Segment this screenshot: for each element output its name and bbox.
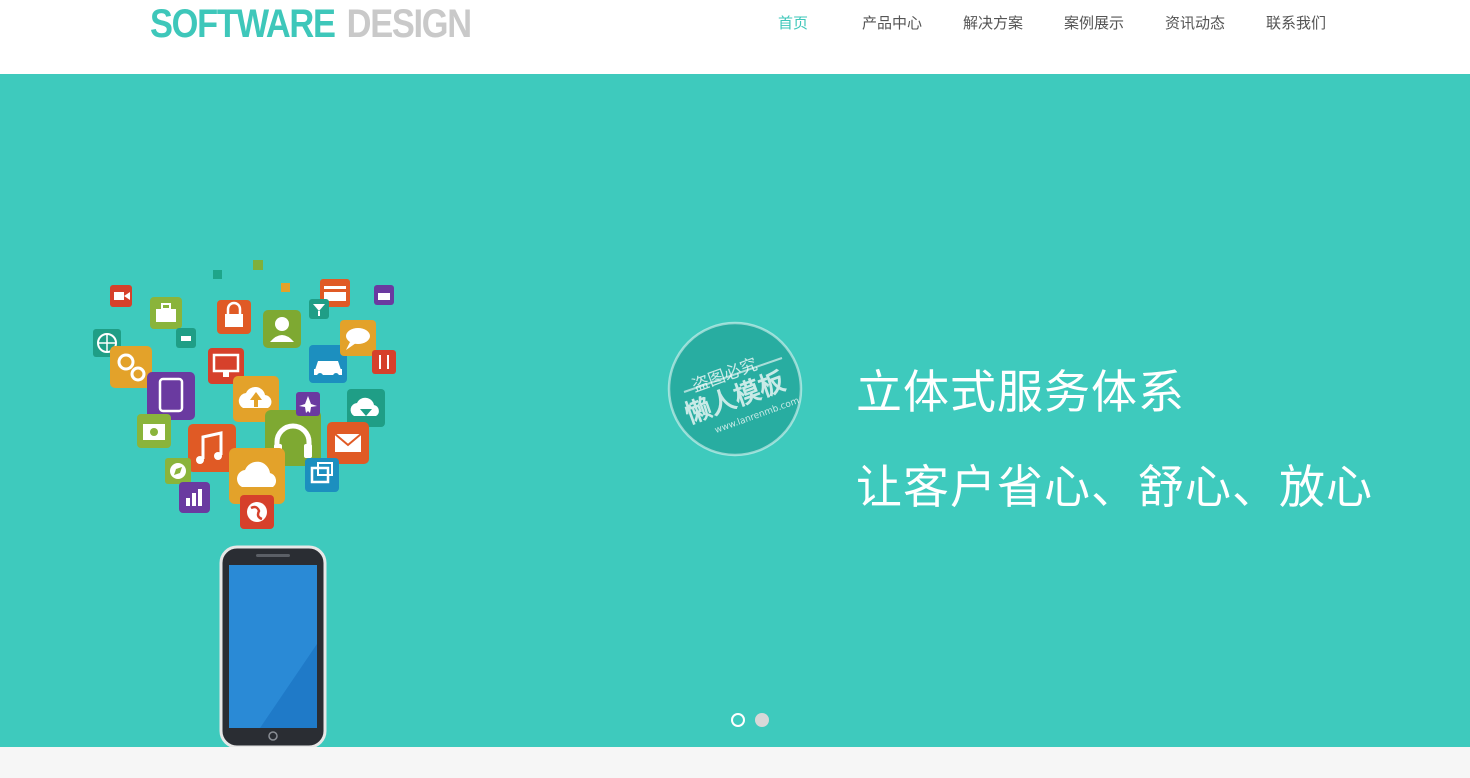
nav-item-cases[interactable]: 案例展示 (1064, 13, 1124, 33)
cocktail-icon (309, 299, 329, 319)
bar-chart-icon (179, 482, 210, 513)
small-square-icon (213, 270, 222, 279)
banner-subheadline: 让客户省心、舒心、放心 (856, 460, 1373, 514)
airplane-icon (296, 392, 320, 416)
page-bottom-strip (0, 747, 1470, 778)
user-icon (263, 310, 301, 348)
site-header: SOFTWARE DESIGN 首页 产品中心 解决方案 案例展示 资讯动态 联系… (0, 0, 1470, 74)
cloud-download-icon (347, 389, 385, 427)
main-nav: 首页 产品中心 解决方案 案例展示 资讯动态 联系我们 (0, 0, 1470, 46)
nav-item-news[interactable]: 资讯动态 (1165, 13, 1225, 33)
toolbox-icon (150, 297, 182, 329)
plug-icon (176, 328, 196, 348)
compass-icon (165, 458, 191, 484)
video-camera-icon (110, 285, 132, 307)
camera-icon (137, 414, 171, 448)
app-icons-illustration (93, 260, 396, 747)
mail-icon (327, 422, 369, 464)
hero-banner-slide[interactable]: 盗图必究 懒人模板 www.lanrenmb.com 立体式服务体系 让客户省心… (0, 74, 1470, 747)
cutlery-icon (372, 350, 396, 374)
slider-dot-1[interactable] (731, 713, 745, 727)
watermark-seal: 盗图必究 懒人模板 www.lanrenmb.com (667, 321, 803, 457)
smartphone-icon (219, 545, 327, 747)
small-square-icon (253, 260, 263, 270)
music-icon (188, 424, 236, 472)
nav-item-contact[interactable]: 联系我们 (1266, 13, 1326, 33)
slider-dot-2[interactable] (755, 713, 769, 727)
tablet-icon (147, 372, 195, 420)
basket-icon (374, 285, 394, 305)
nav-item-solutions[interactable]: 解决方案 (963, 13, 1023, 33)
nav-item-products[interactable]: 产品中心 (862, 13, 922, 33)
banner-headline: 立体式服务体系 (856, 365, 1185, 419)
windows-icon (305, 458, 339, 492)
nav-item-home[interactable]: 首页 (778, 13, 808, 33)
lock-icon (217, 300, 251, 334)
globe-icon (240, 495, 274, 529)
gears-icon (110, 346, 152, 388)
small-square-icon (281, 283, 290, 292)
chat-bubble-icon (340, 320, 376, 356)
